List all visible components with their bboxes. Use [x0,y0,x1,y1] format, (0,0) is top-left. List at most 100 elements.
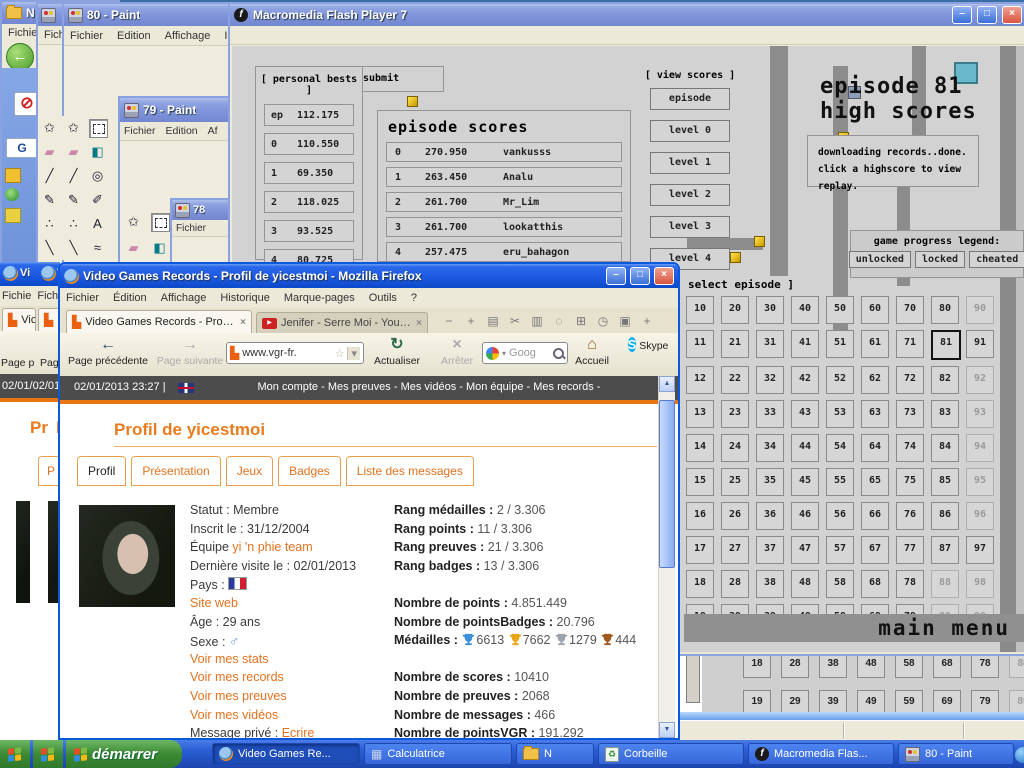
line[interactable]: ╲ [41,239,58,256]
menu-item[interactable]: Edition [111,28,157,44]
episode-cell[interactable]: 33 [756,400,784,428]
stop-button[interactable]: × Arrêter [430,335,484,375]
minimize-button[interactable]: – [606,267,626,285]
episode-cell[interactable]: 29 [781,690,809,712]
episode-cell[interactable]: 15 [686,468,714,496]
episode-cell[interactable]: 48 [791,570,819,598]
episode-cell[interactable]: 11 [686,330,714,358]
legend-button[interactable]: cheated [969,251,1024,268]
skype-button[interactable]: S Skype [620,335,676,375]
line[interactable]: ╲ [65,239,82,256]
episode-cell[interactable]: 46 [791,502,819,530]
menu-item[interactable]: Fichier [120,123,160,139]
episode-cell[interactable]: 49 [857,690,885,712]
episode-cell[interactable]: 28 [721,570,749,598]
episode-cell[interactable]: 92 [966,366,994,394]
episode-cell[interactable]: 54 [826,434,854,462]
episode-cell[interactable]: 17 [686,536,714,564]
episode-cell[interactable]: 14 [686,434,714,462]
episode-cell[interactable]: 50 [826,296,854,324]
view-score-button[interactable]: level 3 [650,216,730,238]
episode-cell[interactable]: 81 [931,330,961,360]
episode-cell[interactable]: 41 [791,330,819,358]
profile-tab[interactable]: Profil [77,456,126,486]
taskbar-button-flash[interactable]: f Macromedia Flas... [748,743,894,765]
episode-cell[interactable]: 59 [895,690,923,712]
videos-link[interactable]: Voir mes vidéos [190,708,278,722]
search-dropdown-icon[interactable]: ▾ [502,349,506,358]
menu-item[interactable]: Fichier [172,222,210,235]
profile-tab[interactable]: Présentation [131,456,220,486]
tray-icon[interactable] [1015,747,1024,763]
episode-cell[interactable]: 18 [686,570,714,598]
highscore-row[interactable]: 2 261.700 Mr_Lim [386,192,622,212]
scrollbar-thumb[interactable] [686,649,700,703]
site-nav-links[interactable]: Mon compte - Mes preuves - Mes vidéos - … [210,381,648,393]
episode-cell[interactable]: 43 [791,400,819,428]
home-button[interactable]: ⌂ Accueil [566,335,618,375]
tab-fragment[interactable]: ▙Vic [2,308,36,331]
episode-cell[interactable]: 55 [826,468,854,496]
episode-cell[interactable]: 80 [931,296,959,324]
episode-cell[interactable]: 56 [826,502,854,530]
episode-cell[interactable]: 68 [861,570,889,598]
episode-cell[interactable]: 77 [896,536,924,564]
episode-cell[interactable]: 82 [931,366,959,394]
menu-item[interactable]: Affichage [155,290,213,306]
episode-cell[interactable]: 97 [966,536,994,564]
episode-cell[interactable]: 39 [819,690,847,712]
episode-cell[interactable]: 37 [756,536,784,564]
free-select[interactable]: ✩ [65,119,82,136]
highscore-row[interactable]: 4 257.475 eru_bahagon [386,242,622,262]
menu-item[interactable]: Marque-pages [278,290,361,306]
episode-cell[interactable]: 83 [931,400,959,428]
select[interactable]: ▫ [151,213,170,232]
view-score-button[interactable]: level 1 [650,152,730,174]
episode-cell[interactable]: 24 [721,434,749,462]
episode-cell[interactable]: 47 [791,536,819,564]
ecrire-link[interactable]: Ecrire [282,726,315,738]
start-button[interactable]: démarrer [66,740,182,768]
main-menu-button[interactable]: main menu [878,616,1010,640]
profile-tab[interactable]: Badges [278,456,341,486]
episode-cell[interactable]: 61 [861,330,889,358]
select[interactable]: ▫ [89,119,108,138]
copy-icon[interactable]: ▥ [528,314,546,328]
preuves-link[interactable]: Voir mes preuves [190,689,287,703]
episode-cell[interactable]: 88 [931,570,959,598]
episode-cell[interactable]: 71 [896,330,924,358]
episode-cell[interactable]: 70 [896,296,924,324]
episode-cell[interactable]: 96 [966,502,994,530]
episode-cell[interactable]: 90 [966,296,994,324]
menu-item[interactable]: Fichier [64,28,109,44]
episode-cell[interactable]: 87 [931,536,959,564]
episode-cell[interactable]: 16 [686,502,714,530]
spinner-icon[interactable]: ◌ [550,314,568,328]
free-select[interactable]: ✩ [41,119,58,136]
episode-cell[interactable]: 63 [861,400,889,428]
tab-fragment[interactable]: ▙ [38,308,60,331]
paint-78-titlebar[interactable]: 78 [172,200,230,220]
menu-item[interactable]: Affichage [159,28,217,44]
firefox-behind-titlebar[interactable]: Vi V [0,262,60,286]
eyedropper[interactable]: ╱ [65,167,82,184]
content-scrollbar[interactable]: ▲ ▼ [658,376,675,738]
episode-cell[interactable]: 42 [791,366,819,394]
menu-fichier[interactable]: Fichie [0,288,33,304]
personal-best-row[interactable]: 169.350 [264,162,354,184]
episode-cell[interactable]: 75 [896,468,924,496]
fill[interactable]: ◧ [89,143,106,160]
episode-cell[interactable]: 13 [686,400,714,428]
highscore-row[interactable]: 1 263.450 Analu [386,167,622,187]
globe-icon[interactable] [5,188,19,201]
episode-cell[interactable]: 44 [791,434,819,462]
eraser[interactable]: ▰ [41,143,58,160]
paint-80-titlebar[interactable]: 80 - Paint [64,4,230,26]
new-window-icon[interactable]: ⊞ [572,314,590,328]
taskbar-button-recycle-bin[interactable]: ♻ Corbeille [598,743,744,765]
episode-cell[interactable]: 69 [933,690,961,712]
menu-item[interactable]: ? [405,290,423,306]
paste-icon[interactable]: ▤ [484,314,502,328]
legend-button[interactable]: locked [915,251,965,268]
close-tab-icon[interactable]: × [240,317,246,328]
